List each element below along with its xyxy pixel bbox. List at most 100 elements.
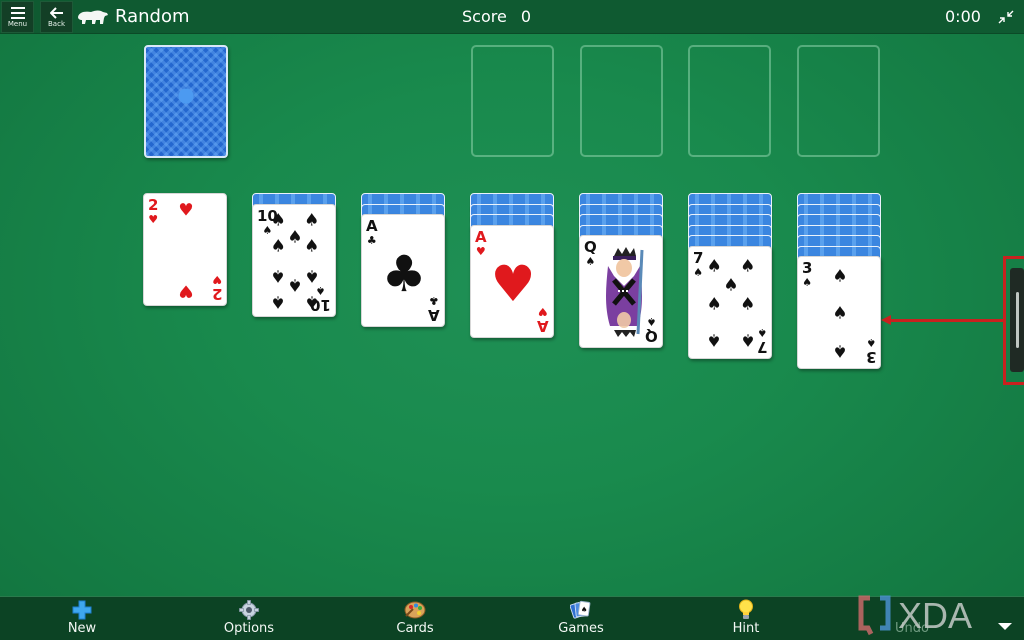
foundation-4[interactable]	[797, 45, 880, 157]
hearts-icon: ♥	[178, 200, 194, 221]
card-rank: Q	[584, 238, 597, 256]
spades-icon: ♠	[270, 210, 286, 231]
card-rank: 2	[211, 285, 222, 303]
card-rank: 7	[693, 248, 704, 267]
spades-icon: ♠	[270, 291, 286, 312]
spades-icon: ♠	[802, 276, 813, 289]
card-corner-index: 7 ♠	[756, 325, 767, 356]
cards-label: Cards	[396, 621, 434, 636]
spades-icon: ♠	[585, 255, 596, 268]
score: Score 0	[462, 7, 531, 26]
tableau-card-10-of-spades[interactable]: 10 ♠ 10 ♠ ♠ ♠ ♠ ♠ ♠ ♠ ♠ ♠ ♠ ♠	[252, 203, 336, 317]
spades-icon: ♠	[706, 256, 722, 277]
hearts-icon: ♥	[475, 244, 486, 258]
annotation-arrow-line	[890, 319, 1004, 322]
new-game-button[interactable]: New	[37, 599, 127, 639]
foundation-3[interactable]	[688, 45, 771, 157]
score-label: Score	[462, 7, 507, 26]
hamburger-icon	[10, 6, 25, 19]
card-corner-index: A ♣	[366, 217, 378, 247]
clubs-icon: ♣	[429, 294, 440, 307]
spades-icon: ♠	[304, 210, 320, 231]
back-label: Back	[48, 19, 65, 28]
hearts-icon: ♥	[538, 304, 549, 318]
side-scrollbar[interactable]	[1010, 268, 1024, 372]
card-corner-index: A ♥	[475, 227, 487, 258]
hint-button[interactable]: Hint	[701, 599, 791, 639]
palette-icon	[404, 599, 426, 621]
stock-pile[interactable]	[144, 45, 228, 158]
spades-icon: ♠	[832, 266, 848, 287]
tableau-card-q-of-spades[interactable]: Q ♠ Q ♠	[579, 235, 663, 348]
timer: 0:00	[945, 7, 981, 26]
tableau-card-a-of-hearts[interactable]: A ♥ A ♥ ♥	[470, 224, 554, 338]
tableau-card-7-of-spades[interactable]: 7 ♠ 7 ♠ ♠ ♠ ♠ ♠ ♠ ♠ ♠	[688, 245, 772, 359]
score-value: 0	[520, 7, 531, 26]
card-rank: 7	[756, 337, 767, 356]
svg-text:♠: ♠	[581, 605, 588, 614]
bottom-bar: New Options Cards ♠ Games Hint Undo	[0, 596, 1024, 640]
card-rank: A	[475, 227, 487, 246]
exit-fullscreen-icon[interactable]	[997, 9, 1015, 25]
spades-icon: ♠	[706, 294, 722, 315]
new-label: New	[67, 621, 97, 636]
cards-button[interactable]: Cards	[370, 599, 460, 639]
scrollbar-thumb[interactable]	[1016, 292, 1019, 348]
spades-icon: ♠	[740, 256, 756, 277]
card-rank: A	[428, 306, 440, 324]
card-corner-index: 3 ♠	[802, 259, 813, 289]
menu-button[interactable]: Menu	[1, 1, 34, 33]
games-label: Games	[558, 621, 604, 636]
plus-icon	[71, 599, 93, 621]
card-corner-index: 2 ♥	[211, 273, 222, 303]
gear-icon	[238, 599, 260, 621]
menu-label: Menu	[7, 19, 28, 28]
spades-icon: ♠	[740, 294, 756, 315]
clubs-icon: ♣	[381, 244, 427, 303]
hearts-icon: ♥	[178, 280, 194, 301]
foundation-2[interactable]	[580, 45, 663, 157]
card-corner-index: 2 ♥	[148, 196, 159, 226]
spades-icon: ♠	[693, 265, 704, 279]
spades-icon: ♠	[723, 275, 739, 296]
spades-icon: ♠	[865, 336, 876, 349]
tableau-card-a-of-clubs[interactable]: A ♣ A ♣ ♣	[361, 214, 445, 327]
spades-icon: ♠	[706, 329, 722, 350]
card-rank: 3	[865, 348, 876, 366]
card-rank: A	[537, 316, 549, 335]
hearts-icon: ♥	[148, 213, 159, 226]
hearts-icon: ♥	[211, 273, 222, 286]
spades-icon: ♠	[304, 291, 320, 312]
games-button[interactable]: ♠ Games	[536, 599, 626, 639]
spades-icon: ♠	[756, 325, 767, 339]
card-rank: 3	[802, 259, 813, 277]
game-title: Random	[115, 6, 190, 27]
spades-icon: ♠	[270, 265, 286, 286]
spades-icon: ♠	[270, 236, 286, 257]
spades-icon: ♠	[740, 329, 756, 350]
hearts-icon: ♥	[490, 255, 536, 313]
card-corner-index: 7 ♠	[693, 248, 704, 279]
clubs-icon: ♣	[366, 234, 377, 247]
spades-icon: ♠	[304, 236, 320, 257]
undo-button[interactable]: Undo	[867, 599, 957, 639]
card-corner-index: Q ♠	[584, 238, 597, 268]
tableau-card-2-of-hearts[interactable]: 2 ♥ 2 ♥ ♥ ♥	[143, 193, 227, 306]
card-corner-index: 3 ♠	[865, 336, 876, 366]
card-rank: A	[366, 217, 378, 235]
arrow-left-icon	[49, 6, 63, 19]
top-bar: Menu Back Random Score 0 0:00	[0, 0, 1024, 34]
polar-bear-icon	[78, 10, 108, 24]
options-label: Options	[223, 621, 275, 636]
tableau-card-3-of-spades[interactable]: 3 ♠ 3 ♠ ♠ ♠ ♠	[797, 256, 881, 369]
options-button[interactable]: Options	[204, 599, 294, 639]
foundation-1[interactable]	[471, 45, 554, 157]
back-button[interactable]: Back	[40, 1, 73, 33]
card-rank: 2	[148, 196, 159, 214]
card-corner-index: A ♥	[537, 304, 549, 335]
spades-icon: ♠	[832, 303, 848, 323]
undo-icon	[901, 599, 923, 621]
undo-label: Undo	[895, 621, 929, 636]
card-corner-index: A ♣	[428, 294, 440, 324]
spades-icon: ♠	[287, 274, 303, 295]
